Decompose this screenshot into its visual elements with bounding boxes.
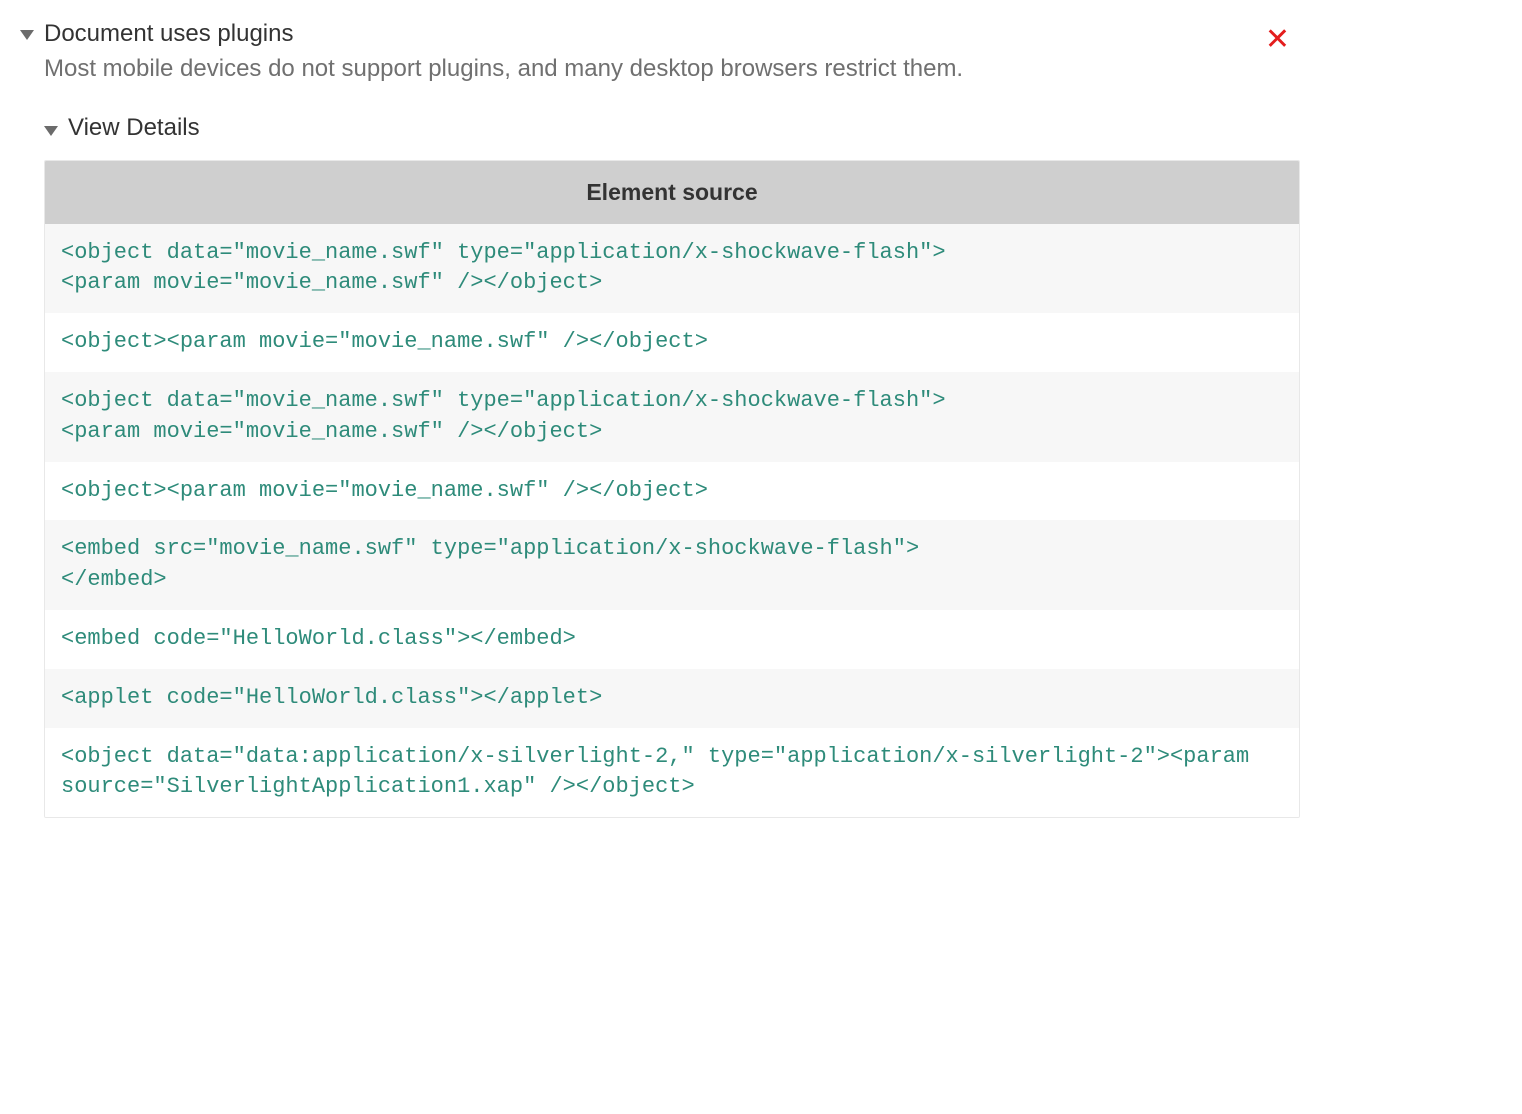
- audit-description: Most mobile devices do not support plugi…: [44, 52, 1300, 86]
- audit-title: Document uses plugins: [44, 20, 293, 48]
- table-row: <object data="movie_name.swf" type="appl…: [45, 372, 1299, 462]
- table-row: <embed src="movie_name.swf" type="applic…: [45, 520, 1299, 610]
- chevron-down-icon[interactable]: [20, 30, 34, 40]
- audit-header: Document uses plugins ✕: [20, 20, 1300, 48]
- table-row: <applet code="HelloWorld.class"></applet…: [45, 669, 1299, 728]
- element-source-table: Element source <object data="movie_name.…: [44, 160, 1300, 819]
- table-header: Element source: [45, 161, 1299, 224]
- table-body: <object data="movie_name.swf" type="appl…: [45, 224, 1299, 818]
- fail-icon: ✕: [1265, 22, 1290, 57]
- details-label: View Details: [68, 114, 200, 142]
- table-row: <embed code="HelloWorld.class"></embed>: [45, 610, 1299, 669]
- audit-container: Document uses plugins ✕ Most mobile devi…: [20, 20, 1300, 818]
- table-row: <object data="data:application/x-silverl…: [45, 728, 1299, 818]
- table-row: <object><param movie="movie_name.swf" />…: [45, 313, 1299, 372]
- details-section: View Details Element source <object data…: [44, 114, 1300, 819]
- table-row: <object data="movie_name.swf" type="appl…: [45, 224, 1299, 314]
- details-toggle[interactable]: View Details: [44, 114, 1300, 142]
- table-row: <object><param movie="movie_name.swf" />…: [45, 462, 1299, 521]
- chevron-down-icon: [44, 126, 58, 136]
